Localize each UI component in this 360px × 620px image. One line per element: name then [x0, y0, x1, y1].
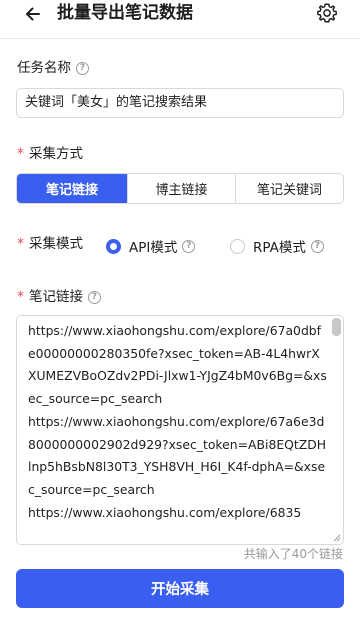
- header-divider: [0, 38, 360, 39]
- radio-rpa-label: RPA模式: [253, 240, 306, 256]
- collect-method-label-row: * 采集方式: [17, 145, 83, 163]
- gear-icon: [317, 3, 337, 23]
- tab-note-link[interactable]: 笔记链接: [17, 174, 127, 203]
- collect-method-label: 采集方式: [29, 146, 83, 162]
- note-links-text[interactable]: https://www.xiaohongshu.com/explore/67a0…: [28, 320, 328, 524]
- collect-mode-label-row: * 采集模式: [17, 235, 83, 253]
- arrow-left-icon: [26, 7, 40, 21]
- help-icon[interactable]: ?: [88, 290, 101, 304]
- note-links-textarea[interactable]: https://www.xiaohongshu.com/explore/67a0…: [16, 315, 344, 545]
- tab-note-keyword[interactable]: 笔记关键词: [235, 174, 343, 203]
- radio-rpa-mode[interactable]: RPA模式 ?: [230, 236, 324, 256]
- help-icon[interactable]: ?: [182, 239, 196, 253]
- start-button[interactable]: 开始采集: [16, 569, 344, 608]
- task-name-input[interactable]: 关键词「美女」的笔记搜索结果: [16, 88, 344, 118]
- collect-mode-label: 采集模式: [29, 236, 83, 252]
- scrollbar-thumb[interactable]: [332, 318, 341, 336]
- required-mark: *: [17, 289, 24, 305]
- note-links-label: 笔记链接: [29, 289, 83, 305]
- task-name-label-row: 任务名称 ?: [17, 59, 89, 77]
- tab-blogger-link[interactable]: 博主链接: [127, 174, 235, 203]
- resize-grip-icon[interactable]: [333, 534, 341, 542]
- radio-unchecked-icon[interactable]: [230, 238, 245, 254]
- link-count: 共输入了40个链接: [243, 547, 343, 561]
- radio-api-mode[interactable]: API模式 ?: [106, 236, 196, 256]
- page-title: 批量导出笔记数据: [57, 3, 193, 23]
- settings-button[interactable]: [316, 2, 338, 24]
- radio-checked-icon[interactable]: [106, 238, 121, 254]
- required-mark: *: [17, 146, 24, 162]
- back-button[interactable]: [22, 3, 44, 25]
- required-mark: *: [17, 236, 24, 252]
- collect-method-segmented: 笔记链接 博主链接 笔记关键词: [16, 173, 344, 204]
- task-name-label: 任务名称: [17, 60, 71, 76]
- radio-api-label: API模式: [129, 240, 178, 256]
- note-links-label-row: * 笔记链接 ?: [17, 288, 101, 306]
- help-icon[interactable]: ?: [310, 239, 324, 253]
- header: 批量导出笔记数据: [0, 0, 360, 30]
- help-icon[interactable]: ?: [76, 61, 89, 75]
